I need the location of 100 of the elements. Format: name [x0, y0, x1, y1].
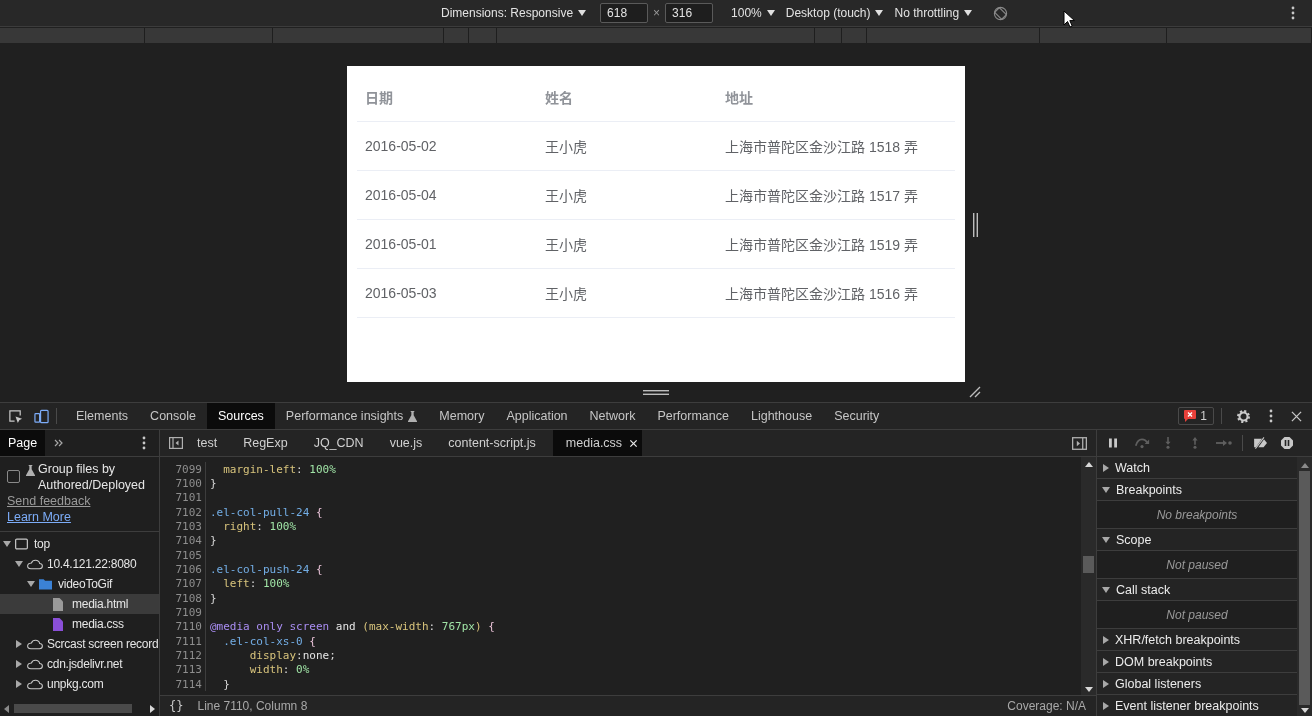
pane-section-header[interactable]: Event listener breakpoints: [1097, 695, 1297, 716]
empty-pane-message: Not paused: [1166, 557, 1228, 572]
code-line: left: 100%: [222, 577, 290, 591]
corner-resize-icon[interactable]: [969, 386, 981, 398]
scroll-down-icon[interactable]: [1300, 708, 1309, 713]
collapse-arrow-icon[interactable]: [16, 640, 22, 648]
expand-arrow-icon[interactable]: [15, 561, 23, 567]
learn-more-link[interactable]: Learn More: [7, 509, 71, 525]
css-file-icon: [53, 617, 63, 631]
dimensions-dropdown[interactable]: Dimensions: Responsive: [441, 3, 587, 23]
close-icon[interactable]: [1291, 410, 1302, 422]
code-line: display:none;: [248, 648, 336, 662]
send-feedback-link[interactable]: Send feedback: [7, 493, 91, 509]
scrollbar-thumb[interactable]: [1083, 556, 1094, 573]
cloud-icon: [27, 558, 43, 570]
resize-handle-icon[interactable]: [643, 390, 669, 395]
file-tab[interactable]: test: [184, 430, 231, 456]
group-files-checkbox[interactable]: [7, 470, 20, 483]
devtools-tab[interactable]: Elements: [65, 403, 140, 429]
line-number: 7106: [160, 562, 206, 577]
throttling-dropdown[interactable]: No throttling: [894, 3, 973, 23]
pane-section-header[interactable]: DOM breakpoints: [1097, 651, 1297, 673]
file-tree-item[interactable]: unpkg.com: [0, 674, 159, 694]
pause-icon[interactable]: [1107, 437, 1119, 449]
zoom-dropdown[interactable]: 100%: [731, 3, 775, 23]
sidebar-toggle-icon[interactable]: [169, 437, 183, 449]
table-cell-text: 王小虎: [545, 187, 588, 205]
devtools-tab[interactable]: Memory: [428, 403, 496, 429]
devtools-tab[interactable]: Console: [139, 403, 207, 429]
pane-section-header[interactable]: Watch: [1097, 457, 1297, 479]
devtools-tab[interactable]: Application: [495, 403, 579, 429]
collapse-arrow-icon[interactable]: [1103, 463, 1109, 472]
line-number: 7101: [160, 490, 206, 505]
error-count-badge[interactable]: 1: [1178, 407, 1214, 425]
navigator-tab[interactable]: Page: [0, 430, 46, 456]
pane-section-header[interactable]: Global listeners: [1097, 673, 1297, 695]
file-tab[interactable]: vue.js: [376, 430, 436, 456]
collapse-arrow-icon[interactable]: [1103, 701, 1109, 710]
devtools-tab[interactable]: Performance: [646, 403, 740, 429]
scroll-left-icon[interactable]: [4, 704, 9, 713]
devtools-tab[interactable]: Lighthouse: [740, 403, 824, 429]
collapse-arrow-icon[interactable]: [1103, 679, 1109, 688]
file-tree-item[interactable]: top: [0, 534, 159, 554]
pretty-print-button[interactable]: {}: [169, 699, 184, 713]
file-tree-item[interactable]: media.html: [0, 594, 159, 614]
scrollbar-track[interactable]: [1081, 457, 1096, 695]
scrollbar-thumb[interactable]: [14, 704, 132, 713]
deactivate-breakpoints-icon[interactable]: [1253, 437, 1269, 449]
file-tree-item[interactable]: cdn.jsdelivr.net: [0, 654, 159, 674]
devtools-tab[interactable]: Network: [578, 403, 647, 429]
scroll-down-icon[interactable]: [1084, 687, 1093, 692]
expand-arrow-icon[interactable]: [1102, 586, 1110, 593]
expand-arrow-icon[interactable]: [27, 581, 35, 587]
more-options-icon[interactable]: [142, 436, 146, 450]
close-icon[interactable]: [629, 438, 639, 448]
expand-arrow-icon[interactable]: [1102, 486, 1110, 493]
pane-section-header[interactable]: XHR/fetch breakpoints: [1097, 629, 1297, 651]
flask-icon: [26, 465, 35, 476]
frame-icon: [15, 538, 28, 550]
expand-arrow-icon[interactable]: [1102, 536, 1110, 543]
scrollbar-thumb[interactable]: [1299, 471, 1310, 705]
device-dropdown[interactable]: Desktop (touch): [785, 3, 884, 23]
column-header: 日期: [365, 89, 394, 107]
file-tab[interactable]: content-script.js: [435, 430, 549, 456]
height-field[interactable]: 316: [665, 3, 714, 23]
line-number: 7108: [160, 590, 206, 606]
file-tree-item[interactable]: media.css: [0, 614, 159, 634]
code-line: .el-col-push-24 {: [210, 562, 323, 576]
settings-icon[interactable]: [1236, 408, 1251, 424]
pane-section-header[interactable]: Breakpoints: [1097, 479, 1297, 501]
file-tree-item[interactable]: videoToGif: [0, 574, 159, 594]
more-tabs-icon[interactable]: [54, 439, 65, 447]
pane-section-header[interactable]: Scope: [1097, 529, 1297, 551]
scroll-up-icon[interactable]: [1084, 462, 1093, 467]
pane-section-header[interactable]: Call stack: [1097, 579, 1297, 601]
device-toolbar-icon[interactable]: [34, 408, 49, 424]
file-tab[interactable]: media.css: [552, 430, 643, 456]
collapse-arrow-icon[interactable]: [16, 680, 22, 688]
inspect-element-icon[interactable]: [8, 408, 23, 424]
collapse-arrow-icon[interactable]: [16, 660, 22, 668]
file-tree-item[interactable]: 10.4.121.22:8080: [0, 554, 159, 574]
expand-arrow-icon[interactable]: [3, 541, 11, 547]
scroll-up-icon[interactable]: [1300, 463, 1309, 468]
devtools-tab[interactable]: Performance insights: [274, 403, 429, 429]
file-tree-item[interactable]: Scrcast screen record: [0, 634, 159, 654]
sidebar-toggle-icon[interactable]: [1072, 435, 1087, 451]
rotate-icon[interactable]: [993, 5, 1009, 21]
width-field[interactable]: 618: [600, 3, 649, 23]
pause-on-exceptions-icon[interactable]: [1281, 437, 1293, 449]
file-tab[interactable]: RegExp: [230, 430, 301, 456]
devtools-tab[interactable]: Sources: [207, 403, 275, 429]
scroll-right-icon[interactable]: [150, 704, 155, 713]
resize-handle-icon[interactable]: [973, 213, 978, 237]
file-tab[interactable]: JQ_CDN: [300, 430, 377, 456]
collapse-arrow-icon[interactable]: [1103, 657, 1109, 666]
devtools-tab[interactable]: Security: [823, 403, 891, 429]
more-options-icon[interactable]: [1291, 6, 1295, 20]
scrollbar-track[interactable]: [1297, 457, 1312, 716]
more-options-icon[interactable]: [1269, 409, 1273, 423]
collapse-arrow-icon[interactable]: [1103, 635, 1109, 644]
